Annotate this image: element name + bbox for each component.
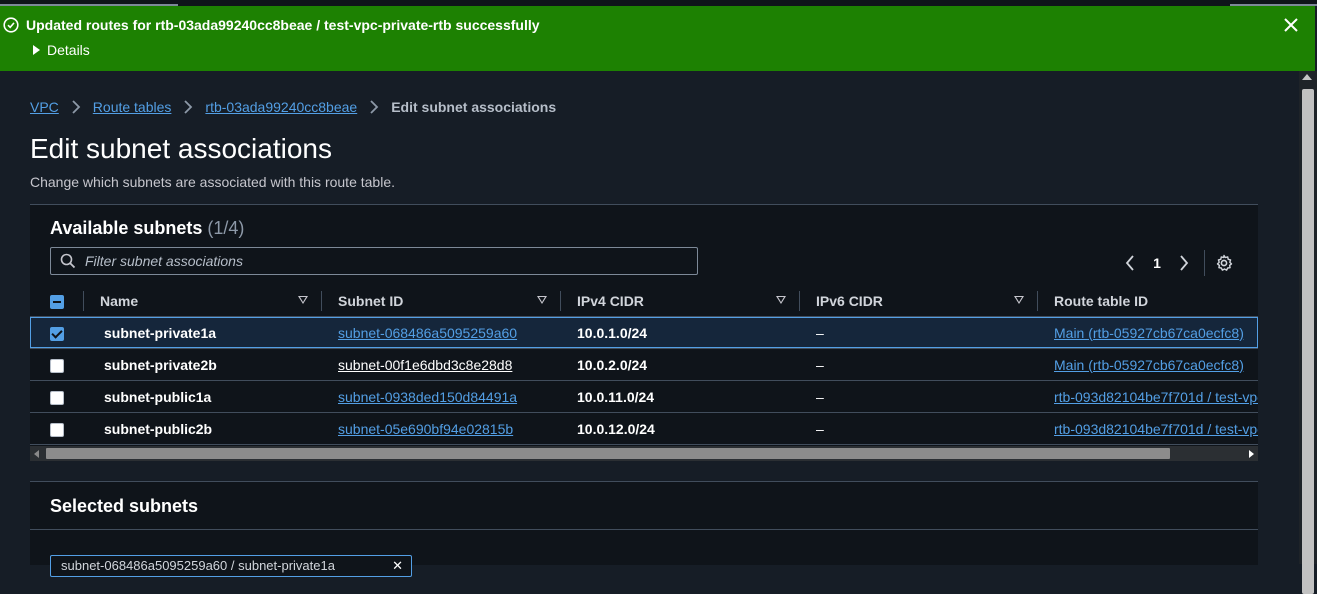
chevron-right-icon	[369, 100, 379, 114]
chevron-right-icon	[71, 100, 81, 114]
select-all-header	[30, 285, 84, 317]
scroll-left-icon[interactable]	[34, 450, 39, 458]
row-checkbox[interactable]	[50, 422, 64, 437]
pagination: 1	[1121, 250, 1233, 276]
panel-divider	[30, 529, 1258, 530]
page-description: Change which subnets are associated with…	[30, 174, 395, 190]
chevron-left-icon	[1125, 255, 1134, 271]
ipv6-cidr: –	[816, 388, 824, 405]
panel-heading-text: Available subnets	[50, 218, 203, 238]
success-flashbar: Updated routes for rtb-03ada99240cc8beae…	[0, 6, 1315, 71]
column-route-table-label: Route table ID	[1054, 292, 1149, 309]
subnet-id-link[interactable]: subnet-05e690bf94e02815b	[338, 421, 513, 437]
table-row[interactable]: subnet-private2b subnet-00f1e6dbd3c8e28d…	[30, 348, 1258, 381]
route-table-link[interactable]: Main (rtb-05927cb67ca0ecfc8)	[1054, 325, 1244, 341]
table-row[interactable]: subnet-public2b subnet-05e690bf94e02815b…	[30, 412, 1258, 445]
subnet-id-link[interactable]: subnet-0938ded150d84491a	[338, 389, 517, 405]
selection-count: (1/4)	[207, 218, 245, 238]
caret-right-icon	[33, 45, 40, 55]
ipv6-cidr: –	[816, 420, 824, 437]
search-icon	[60, 253, 76, 269]
close-icon[interactable]	[1282, 16, 1300, 34]
row-checkbox[interactable]	[50, 390, 64, 405]
select-all-checkbox[interactable]	[50, 294, 64, 309]
table-horizontal-scrollbar[interactable]	[30, 446, 1258, 461]
token-label: subnet-068486a5095259a60 / subnet-privat…	[61, 558, 335, 573]
previous-page-button[interactable]	[1121, 254, 1139, 272]
sort-icon[interactable]	[776, 296, 786, 304]
column-header-ipv4-cidr[interactable]: IPv4 CIDR	[561, 285, 800, 317]
column-header-subnet-id[interactable]: Subnet ID	[322, 285, 561, 317]
sort-icon[interactable]	[1014, 296, 1024, 304]
available-subnets-panel: Available subnets (1/4) 1 Name Subnet I	[30, 204, 1258, 461]
subnet-name: subnet-public2b	[104, 420, 213, 437]
scroll-up-icon[interactable]	[1302, 74, 1312, 80]
chevron-right-icon	[183, 100, 193, 114]
breadcrumb-vpc[interactable]: VPC	[30, 98, 59, 116]
column-ipv6-label: IPv6 CIDR	[816, 292, 883, 309]
ipv6-cidr: –	[816, 356, 824, 373]
subnets-table: Name Subnet ID IPv4 CIDR IPv6 CIDR Route…	[30, 285, 1258, 445]
table-header-row: Name Subnet ID IPv4 CIDR IPv6 CIDR Route…	[30, 285, 1258, 317]
pager-divider	[1204, 250, 1205, 276]
subnet-name: subnet-public1a	[104, 388, 212, 405]
subnet-id-link[interactable]: subnet-00f1e6dbd3c8e28d8	[338, 357, 512, 373]
row-checkbox[interactable]	[50, 326, 64, 341]
ipv6-cidr: –	[816, 324, 824, 341]
ipv4-cidr: 10.0.1.0/24	[577, 324, 648, 341]
current-page-number[interactable]: 1	[1139, 255, 1175, 271]
gear-icon[interactable]	[1215, 254, 1233, 272]
selected-subnet-token[interactable]: subnet-068486a5095259a60 / subnet-privat…	[50, 555, 412, 577]
breadcrumb-route-tables[interactable]: Route tables	[93, 98, 172, 116]
breadcrumb-current: Edit subnet associations	[391, 99, 557, 115]
breadcrumb-route-table-id[interactable]: rtb-03ada99240cc8beae	[205, 98, 357, 116]
column-ipv4-label: IPv4 CIDR	[577, 292, 644, 309]
subnet-id-link[interactable]: subnet-068486a5095259a60	[338, 325, 517, 341]
breadcrumb: VPC Route tables rtb-03ada99240cc8beae E…	[30, 98, 556, 116]
next-page-button[interactable]	[1175, 254, 1193, 272]
ipv4-cidr: 10.0.11.0/24	[577, 388, 655, 405]
scroll-right-icon[interactable]	[1249, 450, 1254, 458]
subnet-name: subnet-private2b	[104, 356, 217, 373]
details-label: Details	[47, 42, 90, 58]
filter-input[interactable]	[83, 250, 687, 272]
ipv4-cidr: 10.0.12.0/24	[577, 420, 655, 437]
chevron-right-icon	[1180, 255, 1189, 271]
sort-icon[interactable]	[298, 296, 308, 304]
ipv4-cidr: 10.0.2.0/24	[577, 356, 648, 373]
column-header-route-table-id[interactable]: Route table ID	[1038, 285, 1258, 317]
row-checkbox[interactable]	[50, 358, 64, 373]
column-name-label: Name	[100, 292, 139, 309]
panel-heading: Available subnets (1/4)	[50, 217, 244, 239]
route-table-link[interactable]: Main (rtb-05927cb67ca0ecfc8)	[1054, 357, 1244, 373]
column-header-ipv6-cidr[interactable]: IPv6 CIDR	[800, 285, 1038, 317]
table-row[interactable]: subnet-private1a subnet-068486a5095259a6…	[30, 316, 1258, 349]
subnet-name: subnet-private1a	[104, 324, 217, 341]
horizontal-scrollbar-thumb[interactable]	[46, 448, 1170, 459]
route-table-link[interactable]: rtb-093d82104be7f701d / test-vpc-public-…	[1054, 421, 1258, 437]
success-check-circle-icon	[3, 17, 19, 33]
column-header-name[interactable]: Name	[84, 285, 322, 317]
page-scrollbar[interactable]	[1299, 71, 1317, 594]
page-title: Edit subnet associations	[30, 133, 332, 164]
filter-box[interactable]	[50, 247, 698, 275]
selected-subnets-panel: Selected subnets subnet-068486a5095259a6…	[30, 481, 1258, 577]
remove-token-icon[interactable]: ✕	[392, 556, 403, 576]
column-subnet-id-label: Subnet ID	[338, 292, 404, 309]
scrollbar-thumb[interactable]	[1302, 89, 1314, 594]
flash-message: Updated routes for rtb-03ada99240cc8beae…	[26, 17, 540, 33]
route-table-link[interactable]: rtb-093d82104be7f701d / test-vpc-public-…	[1054, 389, 1258, 405]
table-row[interactable]: subnet-public1a subnet-0938ded150d84491a…	[30, 380, 1258, 413]
details-expander[interactable]: Details	[33, 42, 90, 58]
selected-subnets-heading: Selected subnets	[50, 496, 199, 516]
sort-icon[interactable]	[537, 296, 547, 304]
